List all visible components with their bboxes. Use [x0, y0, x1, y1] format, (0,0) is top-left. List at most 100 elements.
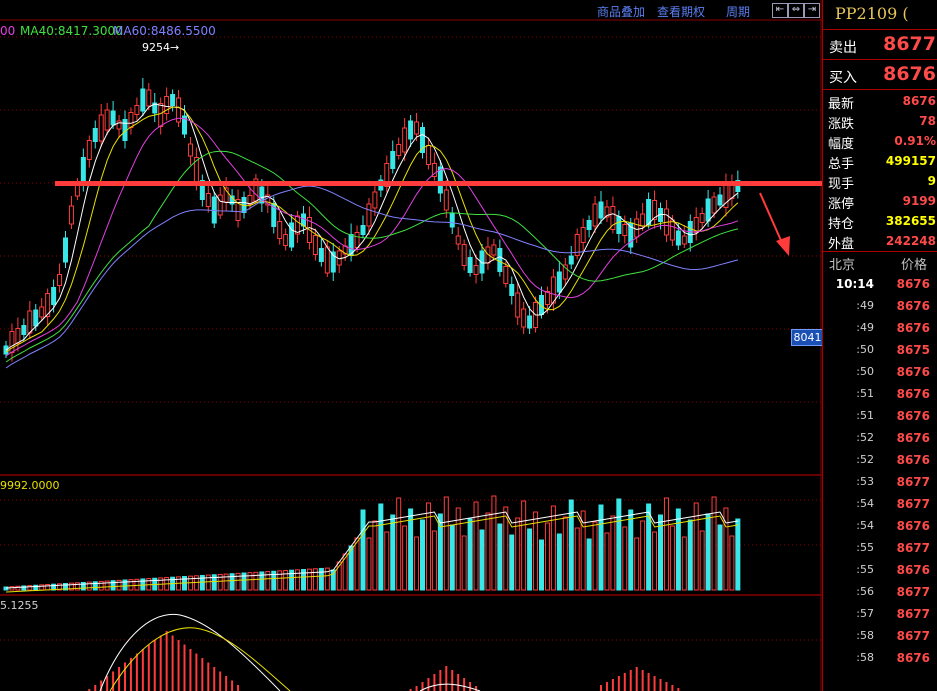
tick-time: :49 [856, 321, 874, 334]
overlay-commodity-button[interactable]: 商品叠加 [597, 3, 645, 20]
candle-body [27, 310, 33, 334]
tick-price: 8677 [896, 585, 930, 599]
candle-body [497, 248, 503, 272]
candle-body [134, 105, 140, 115]
tick-row: :58 8676 [823, 648, 937, 670]
quote-value: 499157 [885, 154, 936, 168]
arrow-right-icon[interactable]: ⇥ [804, 3, 820, 18]
candle-body [63, 237, 68, 263]
candle-body [634, 218, 640, 238]
volume-bar [675, 508, 681, 591]
tick-price: 8677 [896, 607, 930, 621]
macd-legend: 5.1255 [0, 599, 39, 612]
candle-body [681, 235, 687, 245]
candle-body [295, 215, 301, 235]
buy-row[interactable]: 买入 8676 [823, 61, 937, 89]
volume-bar [443, 496, 449, 591]
volume-bar [574, 527, 580, 591]
candle-body [622, 224, 628, 236]
tick-row: 10:14 8676 [823, 274, 937, 296]
candle-body [187, 143, 193, 157]
volume-bar [604, 532, 610, 591]
candle-body [640, 213, 646, 227]
candle-body [467, 257, 473, 273]
candle-body [515, 292, 521, 318]
chart-canvas[interactable] [0, 0, 822, 691]
period-button[interactable]: 周期 [726, 3, 750, 20]
candle-body [390, 151, 396, 169]
view-options-button[interactable]: 查看期权 [657, 3, 705, 20]
tick-row: :58 8677 [823, 626, 937, 648]
candle-body [473, 265, 479, 275]
candle-body [544, 291, 550, 305]
tick-time: :55 [856, 541, 874, 554]
tick-row: :51 8676 [823, 406, 937, 428]
ma20-line [5, 117, 739, 357]
candle-body [39, 306, 45, 318]
candle-body [217, 194, 223, 216]
ma5-line [5, 103, 739, 351]
candle-body [366, 203, 372, 227]
tick-price: 8676 [896, 563, 930, 577]
tick-time: :55 [856, 563, 874, 576]
tick-time: :53 [856, 475, 874, 488]
legend-ma40: MA40:8417.3000 [20, 24, 123, 38]
quote-label: 涨跌 [828, 117, 855, 132]
volume-bar [384, 531, 390, 591]
tick-time: 10:14 [835, 277, 874, 291]
volume-bar [705, 513, 711, 591]
tick-price: 8677 [896, 541, 930, 555]
quote-value: 9199 [902, 194, 936, 208]
quote-panel: PP2109 ( 卖出 8677 买入 8676 最新 8676 涨跌 78 幅度 0.9… [822, 0, 937, 691]
tick-row: :49 8676 [823, 296, 937, 318]
quote-label: 总手 [828, 157, 855, 172]
candle-body [98, 114, 104, 142]
volume-bar [735, 518, 741, 591]
quote-row: 外盘 242248 [823, 231, 937, 252]
trend-arrow-head-icon [776, 236, 790, 256]
sell-price: 8677 [883, 33, 936, 55]
cursor-price-tag: 8041 [791, 329, 824, 346]
volume-bar [669, 525, 675, 591]
legend-ma-cut: 00 [0, 24, 16, 38]
candle-body [598, 201, 604, 219]
volume-bar [616, 498, 622, 591]
volume-bar [521, 500, 527, 591]
quote-label: 外盘 [828, 237, 855, 252]
tick-time: :52 [856, 453, 874, 466]
volume-bar [485, 512, 491, 591]
tick-row: :56 8677 [823, 582, 937, 604]
volume-bar [366, 537, 372, 591]
candle-body [711, 196, 717, 214]
volume-bar [449, 524, 455, 591]
arrow-left-icon[interactable]: ⇤ [772, 3, 788, 18]
candle-body [396, 144, 402, 156]
quote-row: 持仓 382655 [823, 211, 937, 232]
tick-row: :52 8676 [823, 450, 937, 472]
volume-bar [598, 504, 604, 591]
candle-body [402, 127, 408, 153]
volume-bar [473, 501, 479, 591]
candle-body [51, 287, 57, 305]
candle-body [455, 235, 461, 245]
candle-body [68, 205, 74, 225]
tick-row: :55 8676 [823, 560, 937, 582]
volume-bar [586, 538, 592, 591]
tick-price: 8677 [896, 475, 930, 489]
volume-bar [354, 537, 360, 591]
tick-price: 8676 [896, 365, 930, 379]
quote-label: 持仓 [828, 217, 855, 232]
volume-bar [378, 503, 384, 591]
volume-bar [544, 522, 550, 591]
candle-body [705, 198, 711, 222]
candle-body [15, 328, 21, 344]
quote-label: 最新 [828, 97, 855, 112]
kline-chart-area[interactable]: 商品叠加 查看期权 周期 ⇤ ⇔ ⇥ 00 MA40:8417.3000 MA6… [0, 0, 824, 691]
quote-row: 最新 8676 [823, 91, 937, 112]
arrow-both-icon[interactable]: ⇔ [788, 3, 804, 18]
volume-bar [527, 528, 533, 591]
candle-body [616, 216, 622, 234]
quote-value: 0.91% [894, 134, 936, 148]
sell-row[interactable]: 卖出 8677 [823, 31, 937, 59]
ticks-header-price: 价格 [901, 258, 928, 273]
